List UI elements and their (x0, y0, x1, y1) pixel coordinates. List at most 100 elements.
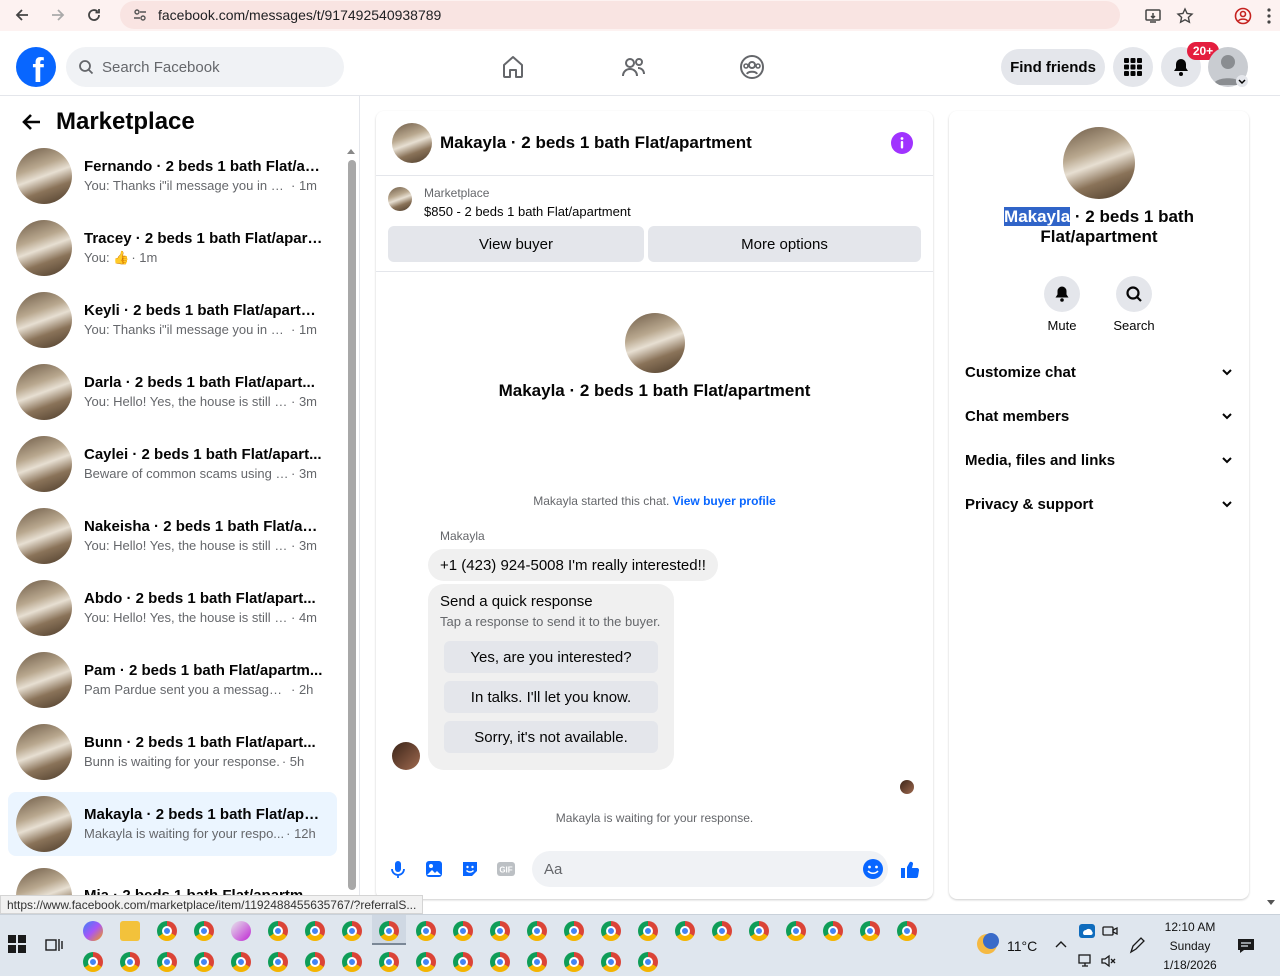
windows-start-icon[interactable] (8, 935, 26, 953)
chrome-taskbar-icon[interactable] (83, 952, 103, 972)
section-privacy-support[interactable]: Privacy & support (965, 484, 1233, 524)
chrome-taskbar-icon[interactable] (860, 921, 880, 941)
listing-thumbnail[interactable] (392, 123, 432, 163)
section-chat-members[interactable]: Chat members (965, 396, 1233, 436)
camera-icon[interactable] (1102, 923, 1118, 939)
chrome-taskbar-icon[interactable] (490, 952, 510, 972)
onedrive-icon[interactable] (1078, 923, 1096, 939)
conversation-item[interactable]: Bunn · 2 beds 1 bath Flat/apart... Bunn i… (8, 720, 337, 784)
chevron-up-icon[interactable] (1055, 939, 1067, 949)
find-friends-button[interactable]: Find friends (1001, 49, 1105, 85)
chrome-taskbar-icon[interactable] (564, 921, 584, 941)
scrollbar[interactable] (346, 146, 356, 906)
conversation-item[interactable]: Abdo · 2 beds 1 bath Flat/apart... You: H… (8, 576, 337, 640)
scroll-down-icon[interactable] (1267, 900, 1275, 906)
home-icon[interactable] (498, 52, 528, 82)
chrome-taskbar-icon[interactable] (379, 952, 399, 972)
message-bubble[interactable]: +1 (423) 924-5008 I'm really interested!… (428, 549, 718, 581)
chrome-taskbar-icon[interactable] (453, 952, 473, 972)
explorer-taskbar-icon[interactable] (120, 921, 140, 941)
chat-title[interactable]: Makayla · 2 beds 1 bath Flat/apartment (440, 133, 752, 153)
conversation-item[interactable]: Pam · 2 beds 1 bath Flat/apartm... Pam Pa… (8, 648, 337, 712)
sticker-icon[interactable] (458, 857, 482, 881)
back-arrow-icon[interactable] (7, 0, 37, 30)
conversation-item[interactable]: Tracey · 2 beds 1 bath Flat/apart... You:… (8, 216, 337, 280)
volume-muted-icon[interactable] (1100, 953, 1116, 969)
thumbs-up-icon[interactable] (898, 857, 922, 881)
section-customize-chat[interactable]: Customize chat (965, 352, 1233, 392)
info-icon[interactable] (891, 132, 913, 154)
chrome-taskbar-icon[interactable] (897, 921, 917, 941)
chrome-taskbar-icon[interactable] (490, 921, 510, 941)
clock-time[interactable]: 12:10 AM (1160, 920, 1220, 934)
chrome-taskbar-icon[interactable] (527, 952, 547, 972)
chrome-taskbar-icon[interactable] (194, 921, 214, 941)
network-icon[interactable] (1078, 953, 1094, 969)
chrome-taskbar-icon[interactable] (231, 952, 251, 972)
conversation-item[interactable]: Makayla · 2 beds 1 bath Flat/apa... Makay… (8, 792, 337, 856)
listing-thumbnail[interactable] (388, 187, 412, 211)
photo-icon[interactable] (422, 857, 446, 881)
address-bar[interactable]: facebook.com/messages/t/917492540938789 (120, 1, 1120, 29)
chrome-taskbar-icon[interactable] (157, 952, 177, 972)
conversation-item[interactable]: Darla · 2 beds 1 bath Flat/apart... You: … (8, 360, 337, 424)
pen-icon[interactable] (1128, 937, 1146, 955)
notification-center-icon[interactable] (1237, 937, 1255, 955)
gif-icon[interactable]: GIF (494, 857, 518, 881)
message-input[interactable] (544, 860, 844, 878)
site-settings-icon[interactable] (132, 7, 148, 23)
mute-action[interactable]: Mute (1032, 276, 1092, 333)
back-arrow-icon[interactable] (20, 111, 42, 133)
chrome-taskbar-icon[interactable] (601, 952, 621, 972)
chrome-taskbar-icon[interactable] (305, 921, 325, 941)
chrome-taskbar-icon[interactable] (157, 921, 177, 941)
chrome-taskbar-icon[interactable] (268, 952, 288, 972)
chrome-taskbar-icon[interactable] (120, 952, 140, 972)
chrome-taskbar-icon[interactable] (564, 952, 584, 972)
profile-icon[interactable] (1234, 7, 1252, 25)
groups-icon[interactable] (737, 52, 767, 82)
listing-price[interactable]: $850 - 2 beds 1 bath Flat/apartment (424, 204, 631, 219)
browser-menu-icon[interactable] (1266, 7, 1272, 25)
chrome-taskbar-icon[interactable] (268, 921, 288, 941)
chrome-taskbar-icon[interactable] (823, 921, 843, 941)
chrome-taskbar-icon[interactable] (416, 952, 436, 972)
facebook-search[interactable] (66, 47, 344, 87)
scroll-up-icon[interactable] (347, 148, 355, 154)
conversation-item[interactable]: Keyli · 2 beds 1 bath Flat/apartm... You:… (8, 288, 337, 352)
more-options-button[interactable]: More options (648, 226, 921, 262)
snip-taskbar-icon[interactable] (231, 921, 251, 941)
emoji-icon[interactable] (862, 858, 884, 880)
conversation-item[interactable]: Caylei · 2 beds 1 bath Flat/apart... Bewa… (8, 432, 337, 496)
chrome-taskbar-icon[interactable] (749, 921, 769, 941)
copilot-taskbar-icon[interactable] (83, 921, 103, 941)
chrome-taskbar-icon[interactable] (638, 952, 658, 972)
url-text[interactable]: facebook.com/messages/t/917492540938789 (158, 7, 441, 23)
task-view-icon[interactable] (45, 937, 63, 953)
weather-moon-icon[interactable] (975, 932, 999, 956)
message-input-box[interactable] (532, 851, 888, 887)
chrome-taskbar-icon[interactable] (712, 921, 732, 941)
scroll-thumb[interactable] (348, 160, 356, 890)
clock-day[interactable]: Sunday (1160, 939, 1220, 953)
facebook-logo[interactable]: f (16, 47, 56, 87)
chrome-taskbar-icon[interactable] (527, 921, 547, 941)
section-media-files-links[interactable]: Media, files and links (965, 440, 1233, 480)
search-action[interactable]: Search (1104, 276, 1164, 333)
conversation-item[interactable]: Fernando · 2 beds 1 bath Flat/ap... You: … (8, 144, 337, 208)
chrome-taskbar-icon[interactable] (601, 921, 621, 941)
sender-avatar[interactable] (392, 742, 420, 770)
quick-response-not-available[interactable]: Sorry, it's not available. (444, 721, 658, 753)
chevron-down-icon[interactable] (1236, 75, 1248, 87)
quick-response-in-talks[interactable]: In talks. I'll let you know. (444, 681, 658, 713)
view-buyer-profile-link[interactable]: View buyer profile (673, 494, 776, 508)
clock-date[interactable]: 1/18/2026 (1160, 958, 1220, 972)
chrome-taskbar-icon[interactable] (342, 921, 362, 941)
forward-arrow-icon[interactable] (43, 0, 73, 30)
details-avatar[interactable] (1063, 127, 1135, 199)
chrome-taskbar-icon[interactable] (342, 952, 362, 972)
chrome-taskbar-icon[interactable] (786, 921, 806, 941)
install-app-icon[interactable] (1144, 7, 1162, 25)
chrome-taskbar-icon[interactable] (453, 921, 473, 941)
friends-icon[interactable] (618, 52, 648, 82)
